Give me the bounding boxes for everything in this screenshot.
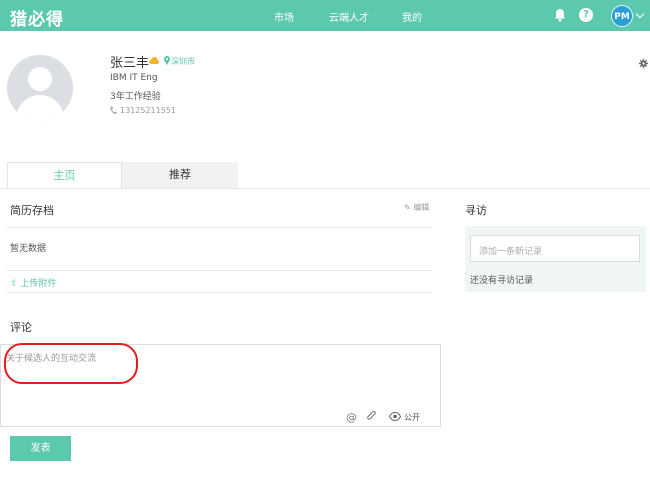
cloud-icon <box>149 57 159 64</box>
bell-icon[interactable] <box>553 8 567 22</box>
chevron-down-icon[interactable] <box>635 9 645 19</box>
tab-recommend[interactable]: 推荐 <box>122 162 238 188</box>
annotation-circle <box>4 343 138 384</box>
upload-icon: ⇪ <box>10 279 18 289</box>
tabs-divider <box>0 188 650 189</box>
edit-label: 编辑 <box>413 203 430 212</box>
nav-mine[interactable]: 我的 <box>402 9 422 24</box>
resume-section-title: 简历存档 <box>10 204 54 217</box>
candidate-company: IBM IT Eng <box>110 73 158 83</box>
submit-comment-button[interactable]: 发表 <box>10 436 71 461</box>
gear-icon[interactable] <box>639 59 648 68</box>
divider <box>7 270 432 271</box>
candidate-avatar <box>7 55 73 121</box>
tab-home[interactable]: 主页 <box>7 162 122 188</box>
visit-record-input[interactable]: 添加一条新记录 <box>470 235 640 262</box>
candidate-name: 张三丰 <box>110 56 150 71</box>
upload-label: 上传附件 <box>20 279 57 289</box>
nav-market[interactable]: 市场 <box>274 9 294 24</box>
candidate-experience: 3年工作经验 <box>110 92 161 102</box>
user-avatar[interactable]: PM <box>611 5 633 27</box>
nav-cloud-talent[interactable]: 云端人才 <box>329 9 369 24</box>
app-logo[interactable]: 猎必得 <box>10 5 64 30</box>
candidate-phone: 13125211551 <box>120 106 176 115</box>
visit-empty-text: 还没有寻访记录 <box>470 276 534 286</box>
eye-icon[interactable] <box>389 412 401 421</box>
candidate-city[interactable]: 深圳市 <box>171 56 195 67</box>
edit-icon: ✎ <box>404 203 411 212</box>
visit-section-title: 寻访 <box>465 204 487 217</box>
divider <box>7 292 432 293</box>
mention-icon[interactable]: @ <box>346 411 357 424</box>
resume-empty-text: 暂无数据 <box>10 244 47 254</box>
divider <box>7 227 432 228</box>
visibility-label[interactable]: 公开 <box>404 412 420 423</box>
location-pin-icon <box>164 56 170 65</box>
upload-attachment-link[interactable]: ⇪ 上传附件 <box>10 276 56 289</box>
comment-section-title: 评论 <box>10 321 32 334</box>
help-icon[interactable]: ? <box>579 8 593 22</box>
phone-icon <box>110 106 117 115</box>
paperclip-icon[interactable] <box>367 411 377 422</box>
edit-button[interactable]: ✎ 编辑 <box>404 202 429 213</box>
top-navbar: 猎必得 市场 云端人才 我的 ? PM <box>0 0 650 31</box>
